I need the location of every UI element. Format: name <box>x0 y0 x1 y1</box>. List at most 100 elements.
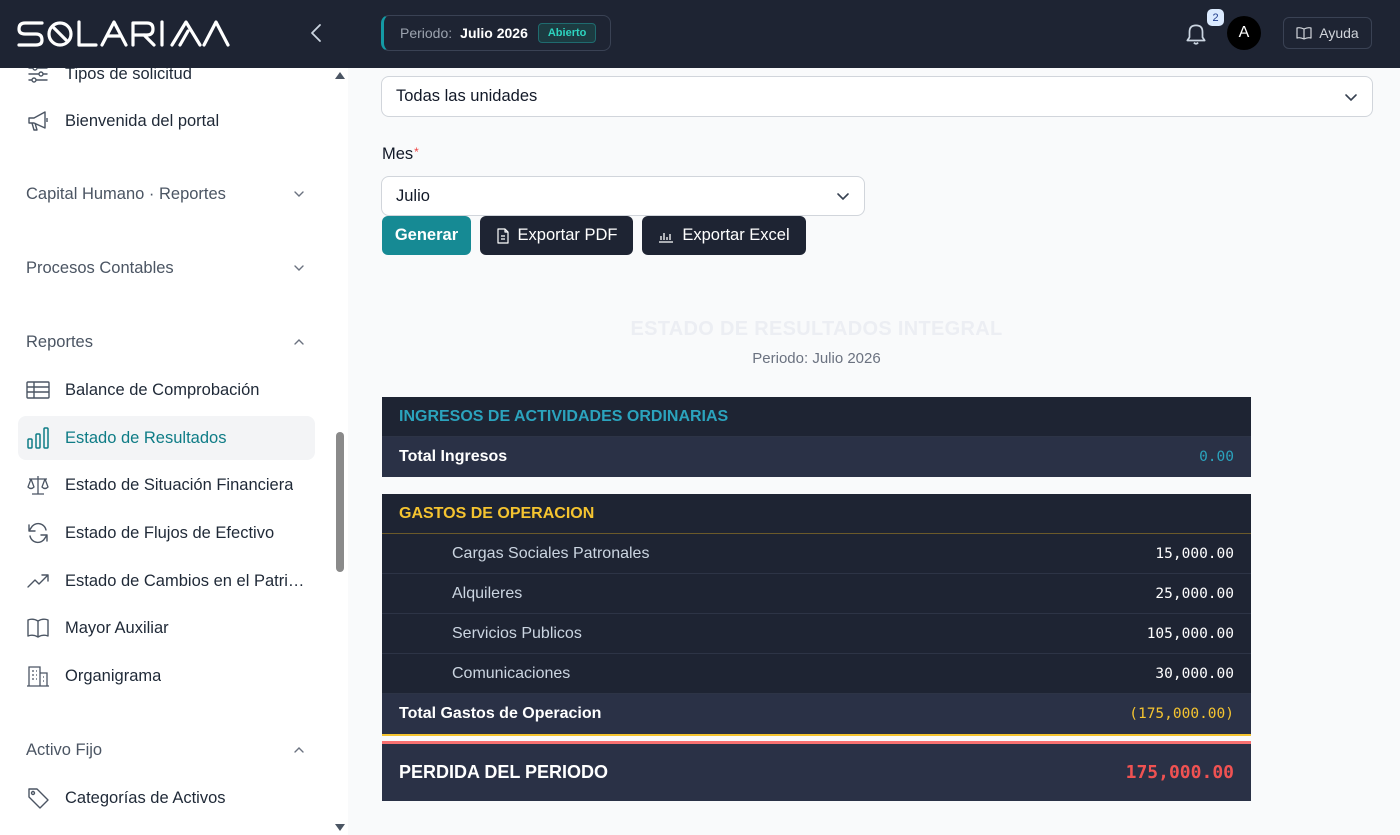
bell-icon[interactable] <box>1183 21 1209 47</box>
month-select-value: Julio <box>396 186 430 205</box>
expense-label: Servicios Publicos <box>452 624 582 642</box>
expenses-section: GASTOS DE OPERACION Cargas Sociales Patr… <box>382 494 1251 736</box>
income-section: INGRESOS DE ACTIVIDADES ORDINARIAS Total… <box>382 397 1251 477</box>
month-field-label: Mes* <box>382 145 419 164</box>
sidebar-section-reportes[interactable]: Reportes <box>26 327 306 357</box>
table-row: Cargas Sociales Patronales 15,000.00 <box>382 534 1251 574</box>
section-label: Reportes <box>26 332 93 351</box>
period-label: Periodo: <box>400 25 453 41</box>
expense-value: 15,000.00 <box>1155 545 1234 562</box>
income-total-label: Total Ingresos <box>399 448 508 465</box>
tag-icon <box>26 786 50 810</box>
book-icon <box>26 616 50 640</box>
sidebar-collapse-icon[interactable] <box>306 22 328 44</box>
unit-select[interactable]: Todas las unidades <box>381 76 1373 117</box>
sidebar-item-label: Organigrama <box>65 666 162 685</box>
table-row: Alquileres 25,000.00 <box>382 574 1251 614</box>
expenses-header-row: GASTOS DE OPERACION <box>382 494 1251 534</box>
help-label: Ayuda <box>1319 25 1359 41</box>
month-select[interactable]: Julio <box>381 176 865 216</box>
expense-value: 30,000.00 <box>1155 665 1234 682</box>
scroll-up-arrow[interactable] <box>335 72 345 79</box>
generate-label: Generar <box>394 226 459 244</box>
income-total-value: 0.00 <box>1199 449 1234 465</box>
bar-chart-icon <box>26 426 50 450</box>
section-label: Procesos Contables <box>26 258 174 277</box>
expenses-total-value: (175,000.00) <box>1129 706 1234 722</box>
sidebar: Tipos de solicitud Bienvenida del portal… <box>0 68 348 835</box>
period-indicator: Periodo: Julio 2026 Abierto <box>381 15 612 51</box>
notification-count-badge: 2 <box>1207 9 1224 26</box>
sidebar-item-organigrama[interactable]: Organigrama <box>18 654 315 698</box>
required-asterisk: * <box>414 145 419 159</box>
sidebar-item-categorias-activos[interactable]: Categorías de Activos <box>18 776 315 820</box>
table-row: Servicios Publicos 105,000.00 <box>382 614 1251 654</box>
trending-up-icon <box>26 569 50 593</box>
table-icon <box>26 378 50 402</box>
expense-value: 25,000.00 <box>1155 585 1234 602</box>
export-excel-button[interactable]: Exportar Excel <box>642 216 806 255</box>
refresh-icon <box>26 521 50 545</box>
generate-button[interactable]: Generar <box>382 216 471 255</box>
section-label: Activo Fijo <box>26 740 103 759</box>
chevron-up-icon <box>294 339 304 345</box>
export-pdf-label: Exportar PDF <box>517 226 618 244</box>
expense-label: Alquileres <box>452 584 523 602</box>
sidebar-item-estado-resultados[interactable]: Estado de Resultados <box>18 416 315 460</box>
sidebar-item-balance-comprobacion[interactable]: Balance de Comprobación <box>18 368 315 412</box>
sidebar-item-label: Tipos de solicitud <box>65 68 192 83</box>
unit-select-value: Todas las unidades <box>396 87 538 105</box>
chevron-down-icon <box>294 265 304 271</box>
sidebar-item-label: Estado de Flujos de Efectivo <box>65 523 275 542</box>
sliders-icon <box>26 68 50 86</box>
sidebar-item-cambios-patrimonio[interactable]: Estado de Cambios en el Patrimonio <box>18 559 315 603</box>
income-total-row: Total Ingresos 0.00 <box>382 437 1251 477</box>
top-bar: Periodo: Julio 2026 Abierto 2 A Ayuda <box>0 0 1400 68</box>
megaphone-icon <box>26 109 50 133</box>
sidebar-item-label: Mayor Auxiliar <box>65 618 169 637</box>
chart-icon <box>659 232 674 243</box>
export-excel-label: Exportar Excel <box>682 226 790 244</box>
sidebar-item-label: Estado de Cambios en el Patrimonio <box>65 571 310 590</box>
scale-icon <box>26 473 50 497</box>
expense-label: Cargas Sociales Patronales <box>452 544 650 562</box>
chevron-down-icon <box>1345 93 1357 101</box>
export-pdf-button[interactable]: Exportar PDF <box>480 216 633 255</box>
sidebar-item-label: Categorías de Activos <box>65 788 226 807</box>
sidebar-item-label: Balance de Comprobación <box>65 380 260 399</box>
period-result-value: 175,000.00 <box>1125 762 1234 783</box>
sidebar-item-label: Bienvenida del portal <box>65 111 220 130</box>
expenses-total-row: Total Gastos de Operacion (175,000.00) <box>382 694 1251 734</box>
sidebar-item-label: Estado de Resultados <box>65 428 227 447</box>
user-avatar[interactable]: A <box>1227 16 1261 50</box>
expense-label: Comunicaciones <box>452 664 571 682</box>
file-icon <box>496 227 509 244</box>
sidebar-item-bienvenida[interactable]: Bienvenida del portal <box>18 99 315 143</box>
solaria-logo[interactable] <box>16 14 236 54</box>
sidebar-item-flujos-efectivo[interactable]: Estado de Flujos de Efectivo <box>18 511 315 555</box>
chevron-down-icon <box>837 193 849 201</box>
help-button[interactable]: Ayuda <box>1283 17 1372 49</box>
sidebar-item-situacion-financiera[interactable]: Estado de Situación Financiera <box>18 463 315 507</box>
sidebar-scrollbar-thumb[interactable] <box>336 432 344 572</box>
sidebar-item-tipos-solicitud[interactable]: Tipos de solicitud <box>18 68 315 96</box>
report-title: ESTADO DE RESULTADOS INTEGRAL <box>630 318 1003 340</box>
income-header: INGRESOS DE ACTIVIDADES ORDINARIAS <box>399 407 729 425</box>
sidebar-section-activo-fijo[interactable]: Activo Fijo <box>26 735 306 765</box>
period-status-badge: Abierto <box>537 23 597 43</box>
sidebar-item-mayor-auxiliar[interactable]: Mayor Auxiliar <box>18 606 315 650</box>
sidebar-section-procesos-contables[interactable]: Procesos Contables <box>26 253 306 283</box>
book-icon <box>1296 27 1312 40</box>
chevron-down-icon <box>294 191 304 197</box>
building-icon <box>26 664 50 688</box>
table-row: Comunicaciones 30,000.00 <box>382 654 1251 694</box>
scroll-down-arrow[interactable] <box>335 824 345 831</box>
period-result-row: PERDIDA DEL PERIODO 175,000.00 <box>382 741 1251 801</box>
month-label-text: Mes <box>382 145 414 163</box>
income-header-row: INGRESOS DE ACTIVIDADES ORDINARIAS <box>382 397 1251 437</box>
expenses-header: GASTOS DE OPERACION <box>399 504 595 522</box>
sidebar-item-label: Estado de Situación Financiera <box>65 475 294 494</box>
period-result-label: PERDIDA DEL PERIODO <box>399 762 609 782</box>
sidebar-section-capital-humano[interactable]: Capital Humano · Reportes <box>26 179 306 209</box>
period-value: Julio 2026 <box>460 25 528 41</box>
